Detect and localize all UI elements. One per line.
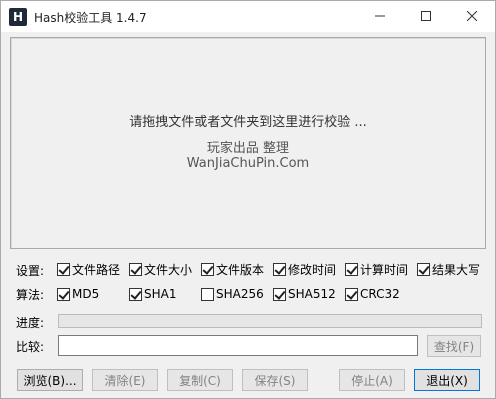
checkbox-label: 文件版本: [216, 262, 265, 277]
checkbox-label: SHA1: [144, 287, 177, 301]
progress-label: 进度:: [16, 316, 45, 330]
close-icon: [467, 11, 477, 21]
checkbox-md5[interactable]: MD5: [57, 286, 99, 302]
title-bar[interactable]: H Hash校验工具 1.4.7: [1, 1, 495, 32]
checkbox-label: 文件大小: [144, 262, 193, 277]
checkbox-box: [345, 287, 358, 301]
checkbox-label: MD5: [72, 287, 100, 301]
checkbox-box: [201, 262, 214, 276]
checkbox-box: [345, 262, 358, 276]
checkbox-box: [201, 287, 214, 301]
checkbox-label: 结果大写: [432, 262, 481, 277]
app-window: H Hash校验工具 1.4.7 请拖拽文件或者文件夹到这里进行校验 ... 玩…: [0, 0, 496, 399]
checkbox-box: [129, 287, 142, 301]
checkbox-sha1[interactable]: SHA1: [129, 286, 176, 302]
credit-website: WanJiaChuPin.Com: [186, 156, 310, 171]
app-logo-icon: H: [9, 8, 27, 26]
checkbox-box: [57, 287, 70, 301]
stop-button[interactable]: 停止(A): [339, 369, 405, 391]
find-button[interactable]: 查找(F): [427, 335, 481, 357]
compare-label: 比较:: [16, 340, 45, 354]
save-button[interactable]: 保存(S): [242, 369, 308, 391]
minimize-icon: [375, 15, 385, 17]
browse-button[interactable]: 浏览(B)...: [17, 369, 83, 391]
checkbox-label: SHA256: [216, 287, 264, 301]
checkbox-uppercase-result[interactable]: 结果大写: [417, 261, 480, 277]
checkbox-box: [273, 287, 286, 301]
checkbox-file-version[interactable]: 文件版本: [201, 261, 264, 277]
exit-button[interactable]: 退出(X): [414, 369, 480, 391]
maximize-button[interactable]: [403, 1, 449, 31]
credit-text: 玩家出品 整理: [206, 141, 290, 156]
checkbox-box: [129, 262, 142, 276]
checkbox-label: 文件路径: [72, 262, 121, 277]
checkbox-modified-time[interactable]: 修改时间: [273, 261, 336, 277]
checkbox-sha512[interactable]: SHA512: [273, 286, 336, 302]
checkbox-label: CRC32: [360, 287, 400, 301]
checkbox-box: [273, 262, 286, 276]
copy-button[interactable]: 复制(C): [167, 369, 233, 391]
checkbox-calc-time[interactable]: 计算时间: [345, 261, 408, 277]
file-drop-area[interactable]: 请拖拽文件或者文件夹到这里进行校验 ... 玩家出品 整理 WanJiaChuP…: [10, 37, 486, 249]
drop-hint-text: 请拖拽文件或者文件夹到这里进行校验 ...: [129, 115, 367, 130]
close-button[interactable]: [449, 1, 495, 31]
window-title: Hash校验工具 1.4.7: [34, 11, 147, 25]
checkbox-crc32[interactable]: CRC32: [345, 286, 400, 302]
checkbox-file-path[interactable]: 文件路径: [57, 261, 120, 277]
compare-input[interactable]: [58, 335, 418, 356]
progress-bar: [58, 314, 482, 328]
checkbox-box: [57, 262, 70, 276]
clear-button[interactable]: 清除(E): [92, 369, 158, 391]
checkbox-label: SHA512: [288, 287, 336, 301]
checkbox-file-size[interactable]: 文件大小: [129, 261, 192, 277]
checkbox-box: [417, 262, 430, 276]
minimize-button[interactable]: [357, 1, 403, 31]
maximize-icon: [421, 11, 431, 21]
checkbox-label: 计算时间: [360, 262, 409, 277]
checkbox-label: 修改时间: [288, 262, 337, 277]
algorithms-label: 算法:: [16, 288, 45, 302]
settings-label: 设置:: [16, 264, 45, 278]
checkbox-sha256[interactable]: SHA256: [201, 286, 264, 302]
